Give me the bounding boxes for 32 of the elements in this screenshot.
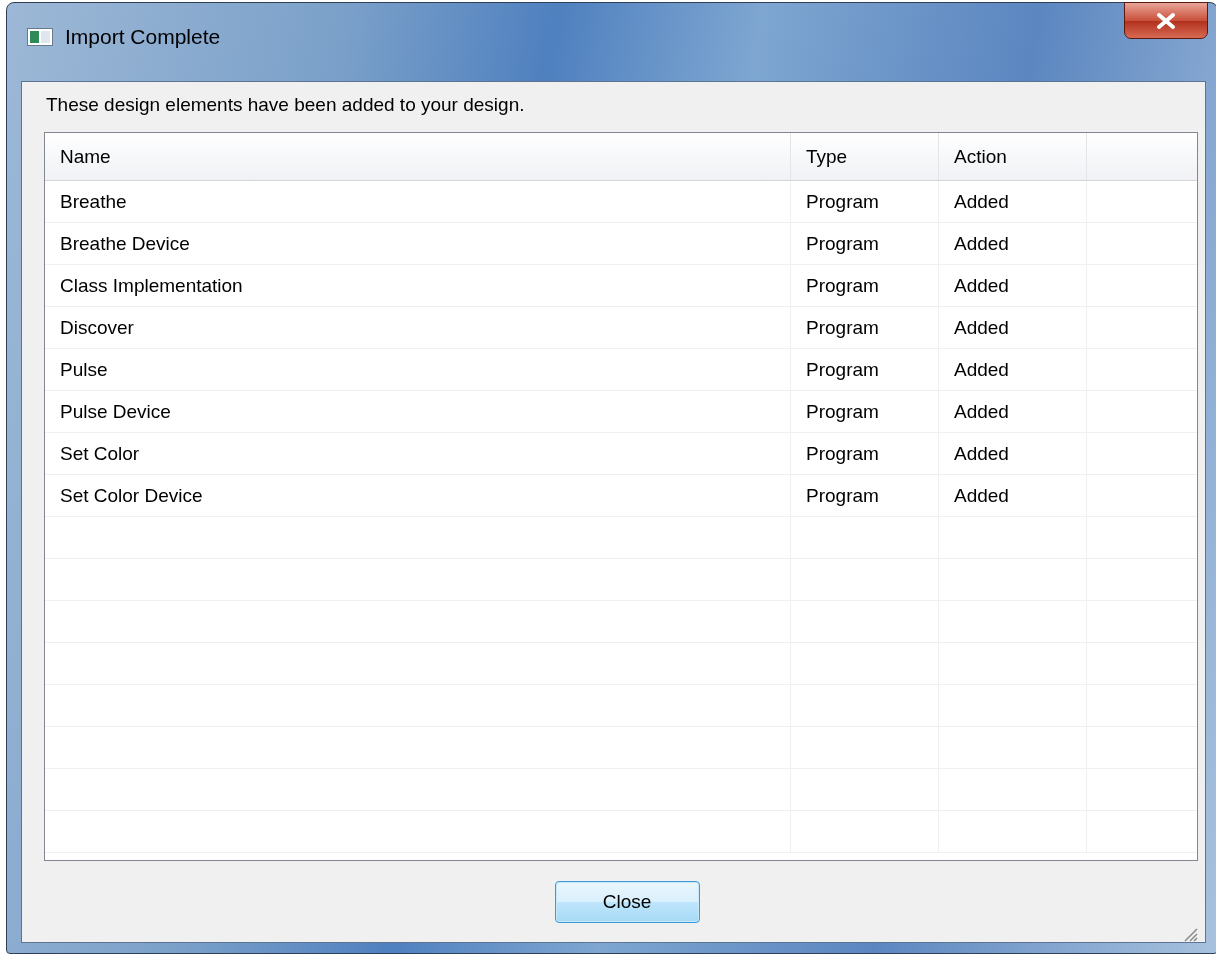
table-cell: Program (791, 349, 939, 390)
table-cell: Pulse Device (45, 391, 791, 432)
column-header[interactable]: Type (791, 133, 939, 180)
table-cell: Breathe Device (45, 223, 791, 264)
table-cell: Program (791, 391, 939, 432)
table-cell: Program (791, 307, 939, 348)
app-icon (27, 28, 53, 46)
table-cell: Added (939, 433, 1087, 474)
column-header[interactable]: Name (45, 133, 791, 180)
message-text: These design elements have been added to your design. (46, 94, 526, 116)
table-cell: Added (939, 307, 1087, 348)
window-title: Import Complete (65, 25, 221, 49)
table-cell: Set Color (45, 433, 791, 474)
table-cell: Added (939, 265, 1087, 306)
table-cell: Program (791, 475, 939, 516)
table-cell: Class Implementation (45, 265, 791, 306)
table-cell: Added (939, 181, 1087, 222)
table-cell: Discover (45, 307, 791, 348)
table-cell: Added (939, 223, 1087, 264)
table-cell: Breathe (45, 181, 791, 222)
table-cell: Added (939, 391, 1087, 432)
table-cell: Pulse (45, 349, 791, 390)
table-cell: Program (791, 223, 939, 264)
table-cell: Added (939, 349, 1087, 390)
close-button[interactable]: Close (554, 880, 700, 923)
close-icon[interactable] (1124, 2, 1208, 39)
column-header[interactable]: Action (939, 133, 1087, 180)
table-cell: Program (791, 265, 939, 306)
table-cell: Set Color Device (45, 475, 791, 516)
table-cell: Program (791, 433, 939, 474)
table-cell: Program (791, 181, 939, 222)
table-cell: Added (939, 475, 1087, 516)
